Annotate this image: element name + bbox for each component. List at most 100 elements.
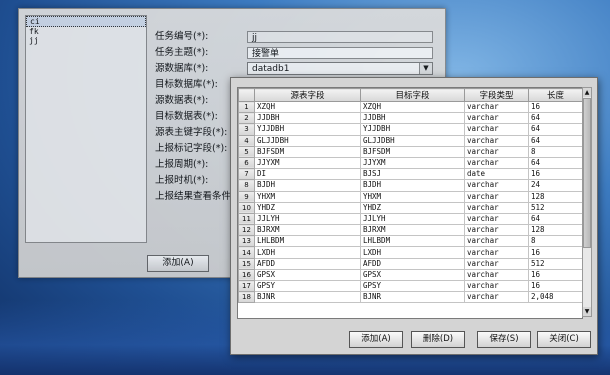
cell-field-type[interactable]: varchar: [464, 156, 529, 170]
cell-source-field[interactable]: XZQH: [254, 100, 361, 114]
field-mapping-grid[interactable]: 源表字段 目标字段 字段类型 长度 1 XZQH XZQH varchar 16 2 JJD…: [237, 87, 583, 319]
save-button[interactable]: 保存(S): [477, 331, 531, 348]
cell-source-field[interactable]: GPSY: [254, 279, 361, 293]
cell-length[interactable]: 8: [528, 145, 582, 158]
cell-field-type[interactable]: varchar: [464, 291, 529, 304]
table-row[interactable]: 10 YHDZ YHDZ varchar 512: [238, 201, 582, 214]
cell-length[interactable]: 16: [528, 268, 582, 282]
cell-length[interactable]: 64: [528, 112, 582, 125]
cell-source-field[interactable]: AFDD: [254, 257, 361, 270]
cell-source-field[interactable]: BJNR: [254, 291, 361, 304]
cell-source-field[interactable]: BJRXM: [254, 224, 361, 237]
cell-source-field[interactable]: GPSX: [254, 268, 361, 282]
cell-source-field[interactable]: JJYXM: [254, 156, 361, 170]
cell-target-field[interactable]: GLJJDBH: [360, 134, 465, 147]
cell-field-type[interactable]: varchar: [464, 179, 529, 192]
add-button-back[interactable]: 添加(A): [147, 255, 209, 272]
table-row[interactable]: 7 DI BJSJ date 16: [238, 168, 582, 181]
col-header-length[interactable]: 长度: [528, 88, 582, 102]
cell-target-field[interactable]: YJJDBH: [360, 123, 465, 136]
cell-field-type[interactable]: varchar: [464, 212, 529, 226]
cell-length[interactable]: 16: [528, 279, 582, 293]
source-db-select[interactable]: datadb1 ▼: [247, 62, 433, 75]
cell-field-type[interactable]: date: [464, 168, 529, 181]
cell-source-field[interactable]: LHLBDM: [254, 235, 361, 248]
list-item[interactable]: jj: [26, 36, 146, 45]
cell-target-field[interactable]: BJRXM: [360, 224, 465, 237]
cell-target-field[interactable]: JJDBH: [360, 112, 465, 125]
table-row[interactable]: 8 BJDH BJDH varchar 24: [238, 179, 582, 192]
cell-length[interactable]: 16: [528, 246, 582, 259]
cell-target-field[interactable]: LXDH: [360, 246, 465, 259]
cell-length[interactable]: 64: [528, 156, 582, 170]
cell-source-field[interactable]: GLJJDBH: [254, 134, 361, 147]
cell-target-field[interactable]: XZQH: [360, 100, 465, 114]
cell-source-field[interactable]: JJLYH: [254, 212, 361, 226]
cell-length[interactable]: 128: [528, 224, 582, 237]
cell-source-field[interactable]: DI: [254, 168, 361, 181]
table-row[interactable]: 1 XZQH XZQH varchar 16: [238, 100, 582, 114]
cell-length[interactable]: 512: [528, 201, 582, 214]
vertical-scrollbar[interactable]: ▲ ▼: [582, 87, 592, 317]
list-item[interactable]: ci: [26, 16, 146, 27]
col-header-target-field[interactable]: 目标字段: [360, 88, 465, 102]
cell-length[interactable]: 16: [528, 168, 582, 181]
cell-field-type[interactable]: varchar: [464, 257, 529, 270]
close-button[interactable]: 关闭(C): [537, 331, 591, 348]
task-topic-field[interactable]: 接警单: [247, 47, 433, 59]
cell-length[interactable]: 8: [528, 235, 582, 248]
cell-target-field[interactable]: AFDD: [360, 257, 465, 270]
table-row[interactable]: 3 YJJDBH YJJDBH varchar 64: [238, 123, 582, 136]
scroll-down-icon[interactable]: ▼: [583, 307, 591, 316]
cell-target-field[interactable]: YHDZ: [360, 201, 465, 214]
table-row[interactable]: 17 GPSY GPSY varchar 16: [238, 279, 582, 293]
cell-source-field[interactable]: YJJDBH: [254, 123, 361, 136]
cell-field-type[interactable]: varchar: [464, 123, 529, 136]
task-id-field[interactable]: jj: [247, 31, 433, 43]
cell-target-field[interactable]: GPSX: [360, 268, 465, 282]
cell-length[interactable]: 128: [528, 190, 582, 203]
add-button[interactable]: 添加(A): [349, 331, 403, 348]
cell-target-field[interactable]: BJSJ: [360, 168, 465, 181]
table-row[interactable]: 4 GLJJDBH GLJJDBH varchar 64: [238, 134, 582, 147]
cell-field-type[interactable]: varchar: [464, 201, 529, 214]
list-item[interactable]: fk: [26, 27, 146, 36]
cell-field-type[interactable]: varchar: [464, 145, 529, 158]
cell-source-field[interactable]: LXDH: [254, 246, 361, 259]
cell-source-field[interactable]: JJDBH: [254, 112, 361, 125]
cell-target-field[interactable]: BJFSDM: [360, 145, 465, 158]
cell-field-type[interactable]: varchar: [464, 224, 529, 237]
table-row[interactable]: 5 BJFSDM BJFSDM varchar 8: [238, 145, 582, 158]
cell-target-field[interactable]: YHXM: [360, 190, 465, 203]
table-row[interactable]: 16 GPSX GPSX varchar 16: [238, 268, 582, 282]
table-row[interactable]: 15 AFDD AFDD varchar 512: [238, 257, 582, 270]
table-row[interactable]: 12 BJRXM BJRXM varchar 128: [238, 224, 582, 237]
cell-target-field[interactable]: JJLYH: [360, 212, 465, 226]
table-row[interactable]: 14 LXDH LXDH varchar 16: [238, 246, 582, 259]
table-row[interactable]: 13 LHLBDM LHLBDM varchar 8: [238, 235, 582, 248]
dropdown-arrow-icon[interactable]: ▼: [419, 63, 432, 74]
col-header-source-field[interactable]: 源表字段: [254, 88, 361, 102]
cell-field-type[interactable]: varchar: [464, 134, 529, 147]
table-row[interactable]: 2 JJDBH JJDBH varchar 64: [238, 112, 582, 125]
cell-length[interactable]: 24: [528, 179, 582, 192]
delete-button[interactable]: 删除(D): [411, 331, 465, 348]
scroll-thumb[interactable]: [583, 98, 591, 248]
cell-field-type[interactable]: varchar: [464, 190, 529, 203]
cell-field-type[interactable]: varchar: [464, 112, 529, 125]
cell-target-field[interactable]: BJDH: [360, 179, 465, 192]
cell-source-field[interactable]: BJDH: [254, 179, 361, 192]
cell-target-field[interactable]: BJNR: [360, 291, 465, 304]
cell-field-type[interactable]: varchar: [464, 100, 529, 114]
table-row[interactable]: 11 JJLYH JJLYH varchar 64: [238, 212, 582, 226]
cell-field-type[interactable]: varchar: [464, 268, 529, 282]
cell-length[interactable]: 512: [528, 257, 582, 270]
col-header-field-type[interactable]: 字段类型: [464, 88, 529, 102]
cell-length[interactable]: 16: [528, 100, 582, 114]
cell-source-field[interactable]: YHDZ: [254, 201, 361, 214]
cell-length[interactable]: 64: [528, 212, 582, 226]
cell-field-type[interactable]: varchar: [464, 246, 529, 259]
cell-source-field[interactable]: YHXM: [254, 190, 361, 203]
cell-target-field[interactable]: GPSY: [360, 279, 465, 293]
table-row[interactable]: 18 BJNR BJNR varchar 2,048: [238, 291, 582, 304]
